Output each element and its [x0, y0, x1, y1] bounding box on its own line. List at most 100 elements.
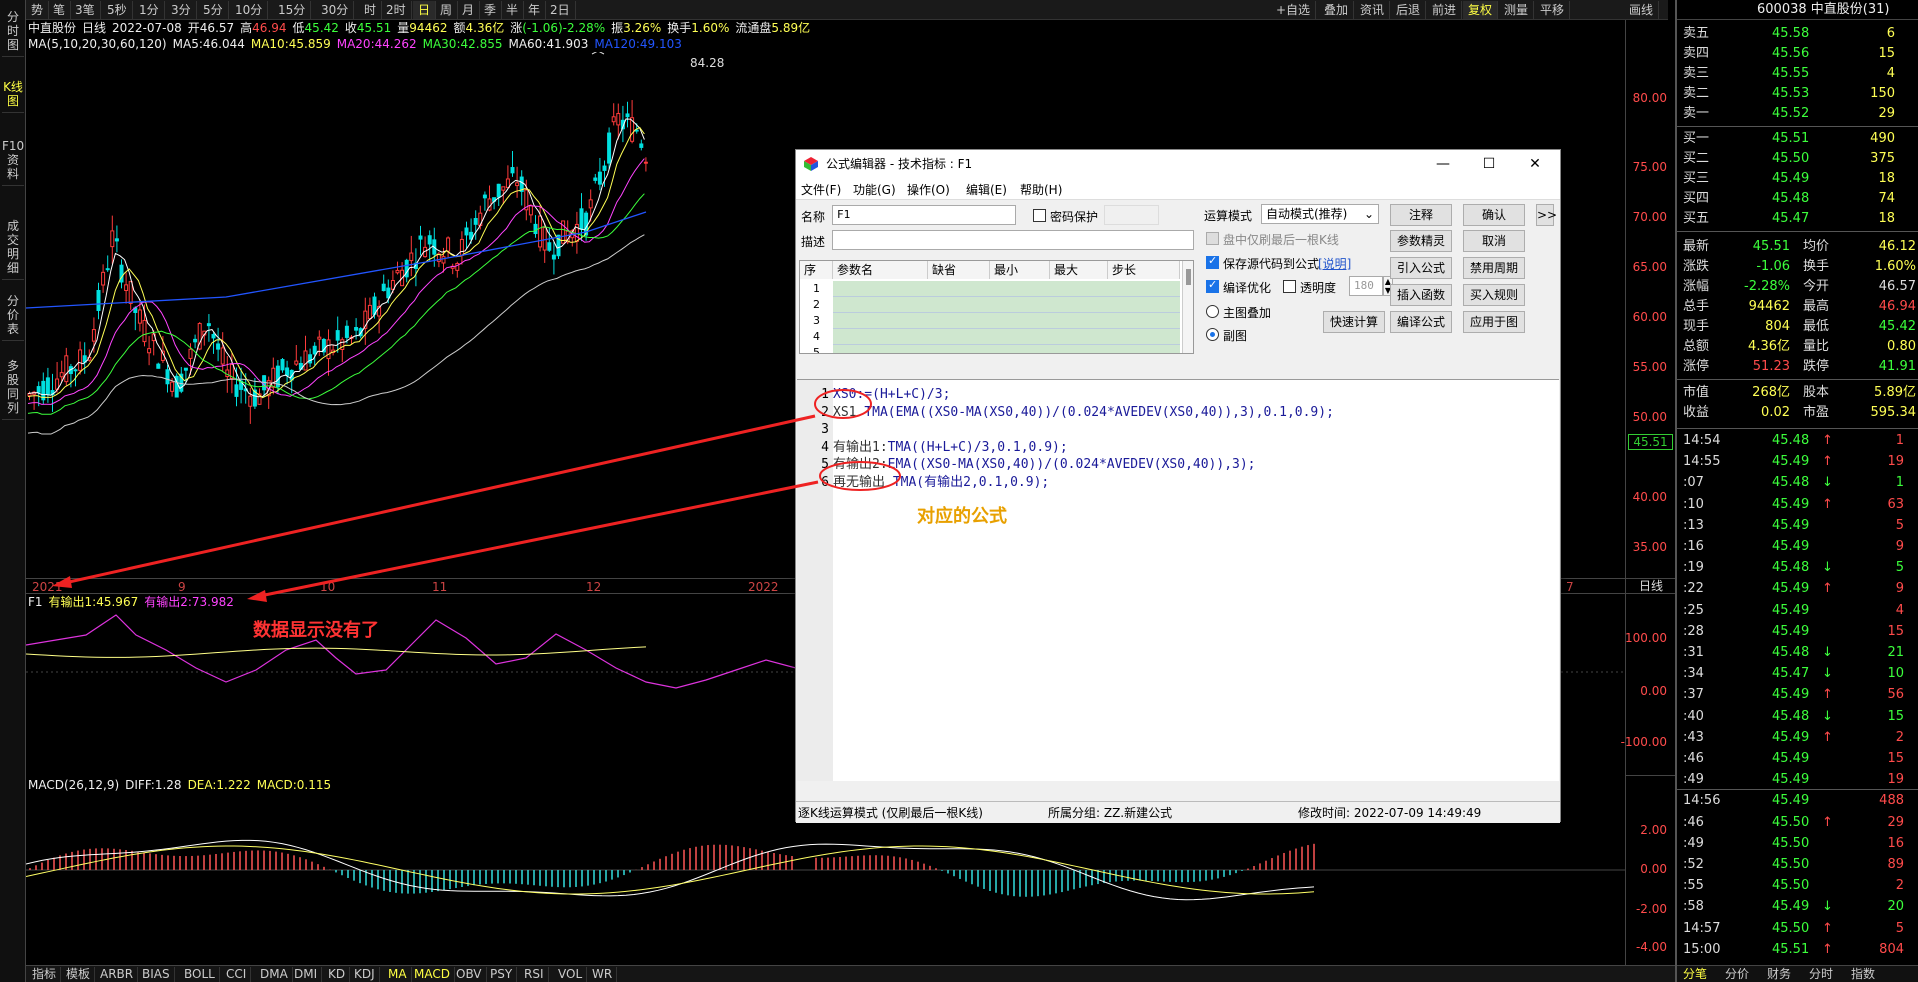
indicator-tab[interactable]: 指标: [28, 967, 62, 982]
help-link[interactable]: [说明]: [1318, 255, 1351, 272]
period-button[interactable]: 周: [435, 1, 459, 19]
name-input[interactable]: F1: [832, 205, 1016, 225]
indicator-tab[interactable]: 模板: [62, 967, 96, 982]
period-button[interactable]: 季: [479, 1, 503, 19]
period-button[interactable]: 2时: [381, 1, 412, 19]
indicator-tab[interactable]: BIAS: [138, 967, 175, 982]
toolbar-button[interactable]: 后退: [1391, 1, 1427, 19]
indicator-tab[interactable]: CCI: [222, 967, 252, 982]
menu-operate[interactable]: 操作(O): [907, 181, 950, 198]
maximize-icon[interactable]: ☐: [1466, 150, 1512, 178]
calc-mode-select[interactable]: 自动模式(推荐) ⌄: [1261, 204, 1379, 224]
quick-calc-button[interactable]: 快速计算: [1323, 311, 1385, 333]
param-row[interactable]: 2: [800, 297, 1180, 313]
menu-help[interactable]: 帮助(H): [1020, 181, 1062, 198]
menu-function[interactable]: 功能(G): [853, 181, 896, 198]
disable-period-button[interactable]: 禁用周期: [1463, 257, 1525, 279]
optimize-checkbox[interactable]: [1206, 278, 1219, 293]
period-button[interactable]: 30分: [316, 1, 355, 19]
param-row[interactable]: 3: [800, 313, 1180, 329]
toolbar-button[interactable]: +自选: [1271, 1, 1317, 19]
indicator-tab[interactable]: VOL: [554, 967, 588, 982]
period-button[interactable]: 3分: [166, 1, 197, 19]
sidebar-tab-intraday[interactable]: 分时图: [2, 6, 24, 57]
sidebar-tab-multi-stock[interactable]: 多股同列: [2, 355, 24, 420]
code-editor[interactable]: 1 XS0:=(H+L+C)/3; 2 XS1 TMA(EMA((XS0-MA(XS0…: [797, 379, 1559, 781]
cancel-button[interactable]: 取消: [1463, 230, 1525, 252]
quote-tab[interactable]: 指数: [1851, 967, 1875, 982]
indicator-tab[interactable]: RSI: [520, 967, 549, 982]
param-row[interactable]: 5: [800, 345, 1180, 353]
password-checkbox[interactable]: [1033, 209, 1046, 222]
indicator-tab[interactable]: MACD: [410, 967, 455, 982]
transparency-input[interactable]: 180: [1349, 276, 1383, 296]
transparency-checkbox[interactable]: [1283, 280, 1296, 293]
quote-tab[interactable]: 分价: [1725, 967, 1749, 982]
indicator-tab[interactable]: BOLL: [180, 967, 220, 982]
desc-input[interactable]: [832, 230, 1194, 250]
sub-chart-radio[interactable]: [1206, 328, 1219, 341]
compile-button[interactable]: 编译公式: [1390, 311, 1452, 333]
confirm-button[interactable]: 确认: [1463, 204, 1525, 226]
period-button[interactable]: 1分: [134, 1, 165, 19]
buy-rule-button[interactable]: 买入规则: [1463, 284, 1525, 306]
period-button[interactable]: 5分: [198, 1, 229, 19]
sidebar-tab-trades[interactable]: 成交明细: [2, 215, 24, 280]
period-button[interactable]: 10分: [230, 1, 269, 19]
drawing-button[interactable]: 画线: [1624, 1, 1660, 19]
indicator-tab[interactable]: OBV: [452, 967, 487, 982]
minimize-icon[interactable]: —: [1420, 150, 1466, 178]
close-icon[interactable]: ✕: [1512, 150, 1558, 178]
param-row[interactable]: 4: [800, 329, 1180, 345]
period-button[interactable]: 时: [359, 1, 383, 19]
code-line[interactable]: 4 有输出1:TMA((H+L+C)/3,0.1,0.9);: [797, 439, 1068, 456]
indicator-tab[interactable]: KD: [324, 967, 351, 982]
period-button[interactable]: 半: [501, 1, 525, 19]
menu-edit[interactable]: 编辑(E): [966, 181, 1007, 198]
toolbar-button[interactable]: 平移: [1535, 1, 1571, 19]
apply-button[interactable]: 应用于图: [1463, 311, 1525, 333]
menu-file[interactable]: 文件(F): [801, 181, 841, 198]
indicator-tab[interactable]: DMA: [256, 967, 293, 982]
period-button[interactable]: 3笔: [70, 1, 101, 19]
horizontal-scrollbar[interactable]: [799, 784, 1557, 798]
indicator-tab[interactable]: DMI: [290, 967, 323, 982]
save-source-checkbox[interactable]: [1206, 254, 1219, 269]
period-button[interactable]: 15分: [273, 1, 312, 19]
code-line[interactable]: 5 有输出2:EMA((XS0-MA(XS0,40))/(0.024*AVEDEV…: [797, 456, 1255, 473]
period-button[interactable]: 势: [26, 1, 50, 19]
import-formula-button[interactable]: 引入公式: [1390, 257, 1452, 279]
code-line[interactable]: 2 XS1 TMA(EMA((XS0-MA(XS0,40))/(0.024*AVE…: [797, 404, 1334, 421]
quote-tab[interactable]: 财务: [1767, 967, 1791, 982]
insert-function-button[interactable]: 插入函数: [1390, 284, 1452, 306]
code-line[interactable]: 1 XS0:=(H+L+C)/3;: [797, 386, 950, 403]
code-line[interactable]: 6 再无输出 TMA(有输出2,0.1,0.9);: [797, 474, 1049, 491]
period-button[interactable]: 月: [457, 1, 481, 19]
period-button[interactable]: 年: [523, 1, 547, 19]
toolbar-button[interactable]: 资讯: [1355, 1, 1391, 19]
period-button[interactable]: 5秒: [102, 1, 133, 19]
period-button[interactable]: 2日: [545, 1, 576, 19]
comment-button[interactable]: 注释: [1390, 204, 1452, 226]
quote-tab[interactable]: 分时: [1809, 967, 1833, 982]
param-row[interactable]: 1: [800, 281, 1180, 297]
indicator-tab[interactable]: PSY: [486, 967, 518, 982]
sidebar-tab-price-table[interactable]: 分价表: [2, 290, 24, 341]
sidebar-tab-kline[interactable]: K线图: [2, 76, 24, 113]
quote-tab[interactable]: 分笔: [1683, 967, 1707, 982]
period-button[interactable]: 笔: [48, 1, 72, 19]
indicator-tab[interactable]: WR: [588, 967, 618, 982]
indicator-tab[interactable]: KDJ: [350, 967, 380, 982]
toolbar-button[interactable]: 复权: [1463, 1, 1499, 19]
toolbar-button[interactable]: 测量: [1499, 1, 1535, 19]
sidebar-tab-f10[interactable]: F10资料: [2, 135, 24, 186]
main-overlay-radio[interactable]: [1206, 305, 1219, 318]
indicator-tab[interactable]: MA: [384, 967, 412, 982]
param-wizard-button[interactable]: 参数精灵: [1390, 230, 1452, 252]
expand-button[interactable]: >>: [1536, 204, 1557, 226]
toolbar-button[interactable]: 叠加: [1319, 1, 1355, 19]
toolbar-button[interactable]: 前进: [1427, 1, 1463, 19]
period-button[interactable]: 日: [413, 1, 437, 19]
code-line[interactable]: 3: [797, 421, 833, 438]
param-scrollbar[interactable]: [1182, 261, 1193, 353]
